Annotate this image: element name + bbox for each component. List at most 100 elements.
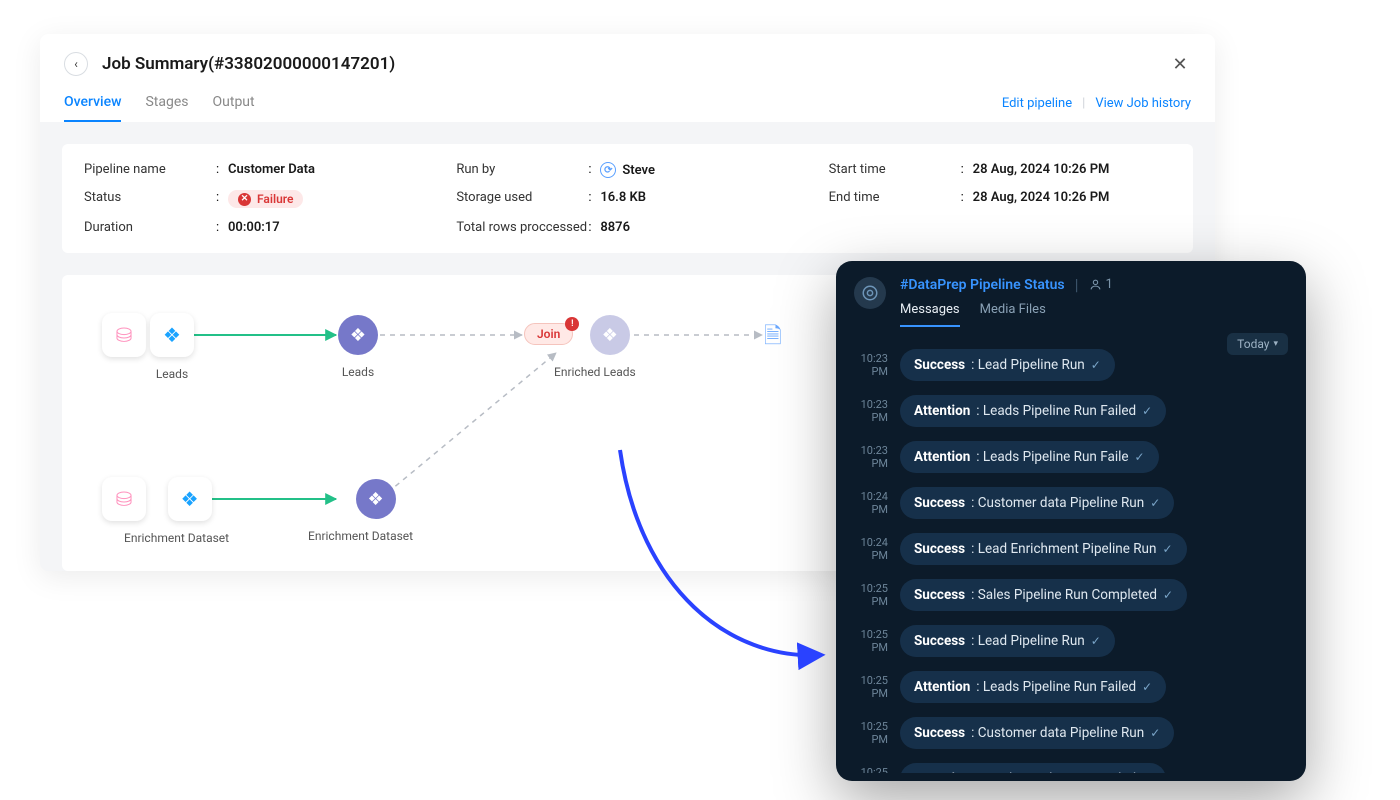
- node-enrichment-source-2[interactable]: ❖ Enrichment Dataset: [150, 477, 229, 545]
- job-meta-panel: Pipeline name:Customer Data Run by: ⟳ St…: [62, 144, 1193, 253]
- join-label: Join: [537, 327, 560, 341]
- layers-icon: ❖: [163, 323, 181, 347]
- node-enrichment-source[interactable]: ⛁: [102, 477, 146, 521]
- message-text: : Lead Pipeline Run: [971, 357, 1085, 373]
- tab-overview[interactable]: Overview: [64, 94, 121, 122]
- message-time: 10:24 PM: [846, 536, 888, 562]
- check-icon: ✓: [1142, 772, 1152, 773]
- message-row[interactable]: 10:23 PMAttention: Leads Pipeline Run Fa…: [846, 395, 1288, 427]
- message-bubble: Attention: Leads Pipeline Run Failed✓: [900, 671, 1166, 703]
- value-run-by: ⟳ Steve: [600, 162, 655, 178]
- message-status: Attention: [914, 679, 970, 695]
- message-bubble: Success: Sales Pipeline Run Completed✓: [900, 579, 1187, 611]
- chevron-left-icon: ‹: [74, 57, 78, 71]
- message-text: : Leads Pipeline Run Failed: [976, 403, 1136, 419]
- message-row[interactable]: 10:23 PM Attention : Leads Pipeline Run Fa…: [846, 441, 1288, 473]
- message-list: 10:23 PMSuccess: Lead Pipeline Run✓10:23…: [846, 349, 1288, 773]
- message-row[interactable]: 10:25 PM Success: Customer data Pipeline …: [846, 717, 1288, 749]
- node-leads-source[interactable]: ⛁: [102, 313, 146, 357]
- label-status: Status: [84, 190, 216, 208]
- message-bubble: Success: Customer data Pipeline Run✓: [900, 717, 1174, 749]
- message-status: Success: [914, 633, 965, 649]
- view-history-link[interactable]: View Job history: [1095, 96, 1191, 111]
- tab-stages[interactable]: Stages: [145, 94, 188, 122]
- check-icon: ✓: [1135, 450, 1145, 464]
- member-count: 1: [1106, 277, 1113, 292]
- divider: |: [1082, 96, 1085, 111]
- node-leads-stage[interactable]: ❖ Leads: [338, 315, 378, 379]
- channel-members[interactable]: 1: [1089, 277, 1113, 292]
- message-time: 10:25 PM: [846, 582, 888, 608]
- message-time: 10:25 PM: [846, 720, 888, 746]
- message-status: Success: [914, 541, 965, 557]
- message-row[interactable]: 10:25 PMAttention: Leads Pipeline Run Fa…: [846, 763, 1288, 773]
- card-header: ‹ Job Summary(#33802000000147201) ✕ Over…: [40, 34, 1215, 122]
- layers-icon: ❖: [181, 487, 199, 511]
- node-output-doc[interactable]: 🗎: [764, 319, 782, 357]
- date-jump-button[interactable]: Today ▾: [1227, 333, 1288, 355]
- message-text: : Leads Pipeline Run Faile: [976, 449, 1128, 465]
- node-enrichment-stage[interactable]: ❖ Enrichment Dataset: [338, 479, 413, 543]
- close-button[interactable]: ✕: [1169, 53, 1191, 75]
- message-bubble: Success: Customer data Pipeline Run✓: [900, 487, 1174, 519]
- page-title: Job Summary(#33802000000147201): [102, 54, 395, 74]
- channel-avatar: [854, 277, 886, 309]
- tab-output[interactable]: Output: [213, 94, 255, 122]
- node-join[interactable]: Join !: [524, 323, 573, 345]
- node-label: Enrichment Dataset: [308, 529, 413, 543]
- check-icon: ✓: [1091, 358, 1101, 372]
- status-badge: ✕ Failure: [228, 190, 303, 208]
- alert-badge-icon: !: [565, 317, 579, 331]
- message-time: 10:23 PM: [846, 352, 888, 378]
- error-icon: ✕: [238, 193, 251, 206]
- message-bubble: Attention: Leads Pipeline Run Failed✓: [900, 395, 1166, 427]
- message-text: : Lead Enrichment Pipeline Run: [971, 541, 1156, 557]
- label-run-by: Run by: [456, 162, 588, 178]
- node-leads-source-2[interactable]: ❖ Leads: [150, 313, 194, 381]
- node-enriched-leads[interactable]: ❖ Enriched Leads: [584, 315, 636, 379]
- chat-tab-media[interactable]: Media Files: [980, 302, 1046, 327]
- message-bubble: Success: Lead Pipeline Run✓: [900, 625, 1115, 657]
- message-time: 10:23 PM: [846, 444, 888, 470]
- message-status: Success: [914, 587, 965, 603]
- back-button[interactable]: ‹: [64, 52, 88, 76]
- document-icon: 🗎: [764, 324, 782, 349]
- today-label: Today: [1237, 337, 1269, 351]
- value-storage: 16.8 KB: [600, 190, 646, 208]
- check-icon: ✓: [1150, 496, 1160, 510]
- check-icon: ✓: [1142, 404, 1152, 418]
- layers-icon: ❖: [350, 325, 366, 346]
- node-label: Leads: [150, 367, 194, 381]
- database-icon: ⛁: [116, 323, 133, 347]
- message-row[interactable]: 10:25 PM Attention: Leads Pipeline Run Fa…: [846, 671, 1288, 703]
- lifebuoy-icon: [861, 284, 879, 302]
- check-icon: ✓: [1150, 726, 1160, 740]
- message-status: Success: [914, 495, 965, 511]
- value-pipeline-name: Customer Data: [228, 162, 315, 178]
- chat-panel: #DataPrep Pipeline Status | 1 Messages M…: [836, 261, 1306, 781]
- check-icon: ✓: [1162, 542, 1172, 556]
- value-rows: 8876: [600, 220, 630, 235]
- message-row[interactable]: 10:24 PM Success : Lead Enrichment Pipelin…: [846, 533, 1288, 565]
- label-pipeline-name: Pipeline name: [84, 162, 216, 178]
- edit-pipeline-link[interactable]: Edit pipeline: [1002, 96, 1072, 111]
- chat-tab-messages[interactable]: Messages: [900, 302, 960, 327]
- message-row[interactable]: 10:23 PM Success : Lead Pipeline Run ✓: [846, 349, 1288, 381]
- label-storage: Storage used: [456, 190, 588, 208]
- message-status: Success: [914, 725, 965, 741]
- message-bubble: Attention : Leads Pipeline Run Faile ✓: [900, 441, 1159, 473]
- message-time: 10:25 PM: [846, 674, 888, 700]
- layers-icon: ❖: [602, 325, 618, 346]
- message-text: : Leads Pipeline Run Failed: [976, 771, 1136, 773]
- message-status: Attention: [914, 449, 970, 465]
- channel-title[interactable]: #DataPrep Pipeline Status: [900, 277, 1065, 293]
- value-duration: 00:00:17: [228, 220, 280, 235]
- message-status: Success: [914, 357, 965, 373]
- value-end-time: 28 Aug, 2024 10:26 PM: [973, 190, 1110, 208]
- label-start-time: Start time: [829, 162, 961, 178]
- message-row[interactable]: 10:25 PMSuccess: Lead Pipeline Run✓: [846, 625, 1288, 657]
- message-row[interactable]: 10:24 PMSuccess: Customer data Pipeline …: [846, 487, 1288, 519]
- message-row[interactable]: 10:25 PM Success: Sales Pipeline Run Comp…: [846, 579, 1288, 611]
- check-icon: ✓: [1091, 634, 1101, 648]
- layers-icon: ❖: [367, 489, 383, 510]
